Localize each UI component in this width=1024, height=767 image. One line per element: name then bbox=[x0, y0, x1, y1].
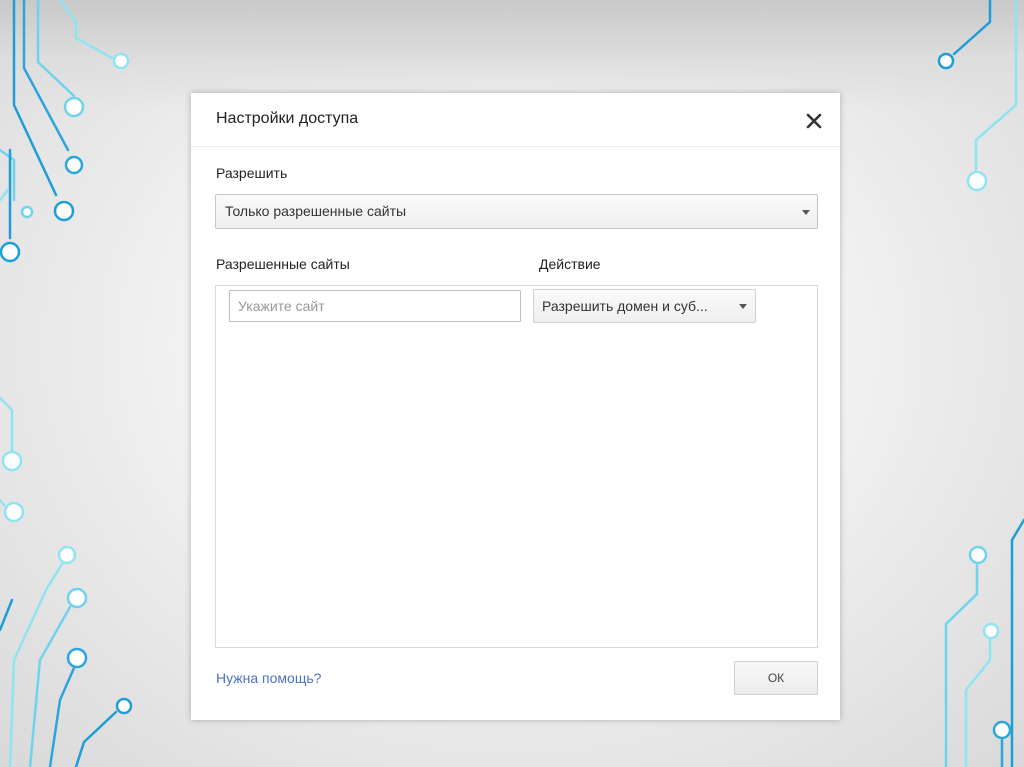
allowed-sites-list: Разрешить домен и суб... bbox=[215, 285, 818, 648]
dropdown-arrow-icon bbox=[802, 210, 810, 215]
allow-select[interactable]: Только разрешенные сайты bbox=[215, 194, 818, 229]
dropdown-arrow-icon bbox=[739, 304, 747, 309]
allow-label: Разрешить bbox=[216, 165, 288, 181]
allowed-sites-label: Разрешенные сайты bbox=[216, 256, 350, 272]
access-settings-dialog: Настройки доступа Разрешить Только разре… bbox=[191, 93, 840, 720]
action-label: Действие bbox=[539, 256, 601, 272]
allow-select-value: Только разрешенные сайты bbox=[225, 203, 407, 219]
site-input[interactable] bbox=[229, 290, 521, 322]
action-select-value: Разрешить домен и суб... bbox=[542, 298, 708, 314]
dialog-title: Настройки доступа bbox=[216, 110, 359, 127]
action-select[interactable]: Разрешить домен и суб... bbox=[533, 289, 756, 323]
ok-button[interactable]: ОК bbox=[734, 661, 818, 695]
help-link[interactable]: Нужна помощь? bbox=[216, 670, 321, 686]
close-icon bbox=[806, 113, 822, 129]
close-button[interactable] bbox=[800, 107, 828, 135]
dialog-header: Настройки доступа bbox=[191, 93, 840, 147]
